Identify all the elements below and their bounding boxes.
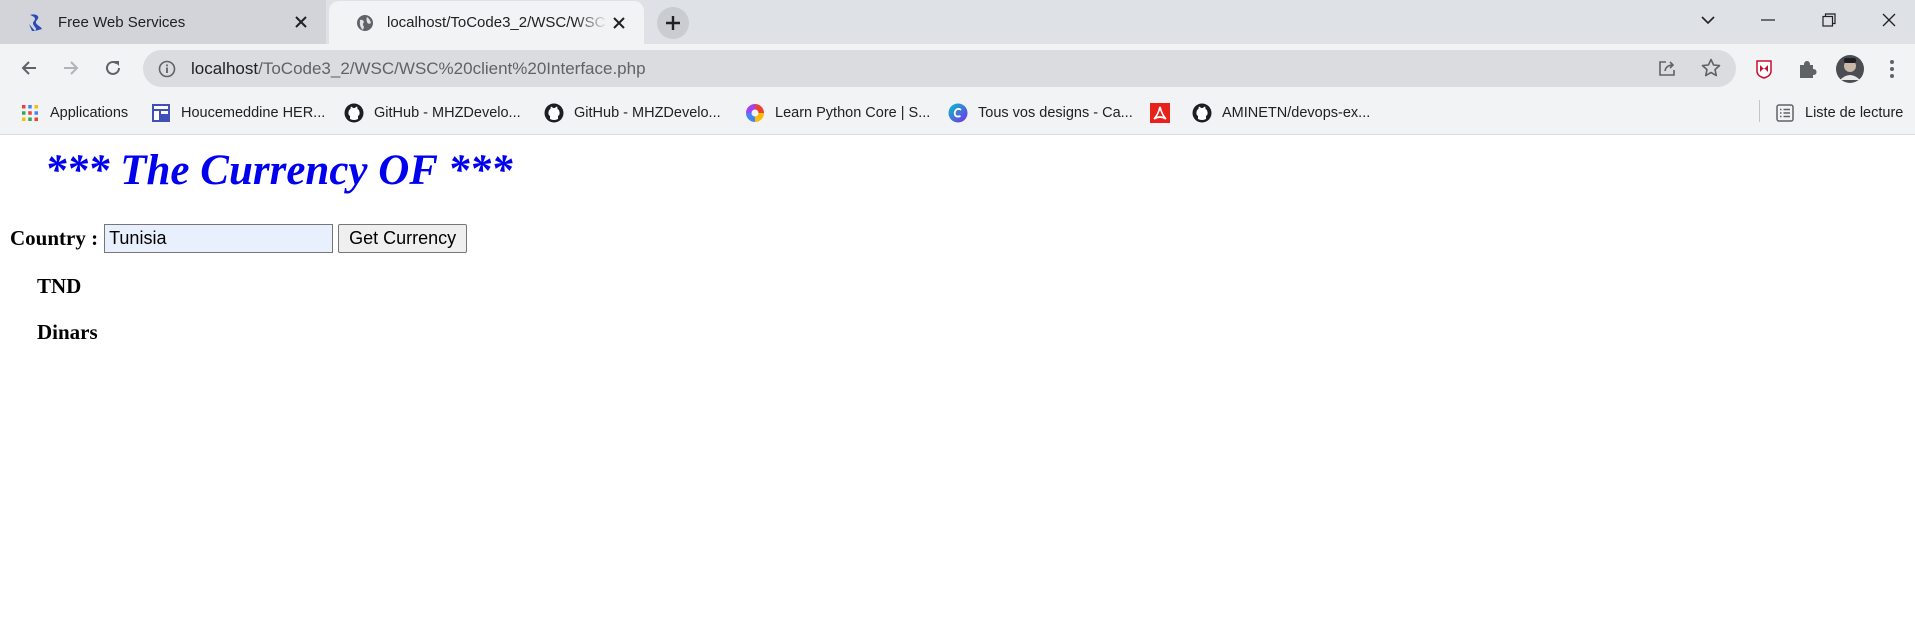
bookmark-canva[interactable]: Tous vos designs - Ca... bbox=[948, 102, 1133, 124]
bookmark-label: Tous vos designs - Ca... bbox=[978, 105, 1133, 121]
bookmark-aminetn-devops[interactable]: AMINETN/devops-ex... bbox=[1192, 102, 1370, 124]
reload-icon bbox=[106, 60, 120, 75]
tab-title: localhost/ToCode3_2/WSC/WSC client Inter… bbox=[387, 14, 608, 31]
bookmark-houcemeddine[interactable]: Houcemeddine HER... bbox=[151, 102, 325, 124]
github-icon bbox=[544, 103, 564, 123]
mcafee-extension-icon[interactable] bbox=[1753, 58, 1775, 80]
bookmark-star-icon[interactable] bbox=[1701, 58, 1721, 78]
bookmark-acrobat[interactable] bbox=[1150, 102, 1170, 124]
bookmarks-bar: Applications Houcemeddine HER... GitHub … bbox=[0, 92, 1915, 135]
service-logo-icon bbox=[26, 12, 46, 32]
bookmark-applications[interactable]: Applications bbox=[20, 102, 128, 124]
close-window-button[interactable] bbox=[1861, 0, 1915, 40]
bookmark-label: Applications bbox=[50, 105, 129, 121]
tab-title: Free Web Services bbox=[58, 13, 186, 31]
country-label: Country : bbox=[10, 226, 99, 250]
tab-search-button[interactable] bbox=[1680, 0, 1736, 40]
share-icon[interactable] bbox=[1658, 58, 1678, 78]
close-icon[interactable] bbox=[608, 12, 630, 34]
page-content: *** The Currency OF *** Country : Get Cu… bbox=[0, 136, 1915, 624]
country-input[interactable] bbox=[104, 224, 334, 253]
extensions-puzzle-icon[interactable] bbox=[1796, 58, 1818, 80]
canva-icon bbox=[948, 103, 968, 123]
page-layout-icon bbox=[151, 103, 171, 123]
github-icon bbox=[1192, 103, 1212, 123]
menu-kebab-icon[interactable] bbox=[1881, 58, 1903, 80]
bookmark-learn-python[interactable]: Learn Python Core | S... bbox=[745, 102, 930, 124]
new-tab-button[interactable] bbox=[657, 7, 689, 39]
currency-code: TND bbox=[37, 274, 82, 298]
get-currency-button[interactable]: Get Currency bbox=[338, 224, 468, 253]
bookmark-label: Learn Python Core | S... bbox=[775, 105, 931, 121]
url-text[interactable]: localhost/ToCode3_2/WSC/WSC%20client%20I… bbox=[191, 59, 646, 79]
close-icon bbox=[1882, 13, 1896, 27]
restore-icon bbox=[1822, 13, 1836, 27]
bookmark-label: AMINETN/devops-ex... bbox=[1222, 105, 1371, 121]
plus-icon bbox=[666, 16, 680, 30]
info-icon[interactable] bbox=[157, 59, 177, 79]
chevron-down-icon bbox=[1701, 16, 1715, 25]
currency-name: Dinars bbox=[37, 320, 98, 344]
tab-free-web-services[interactable]: Free Web Services bbox=[0, 0, 326, 44]
apps-grid-icon bbox=[20, 103, 40, 123]
bookmark-label: GitHub - MHZDevelo... bbox=[574, 105, 721, 121]
close-icon[interactable] bbox=[290, 11, 312, 33]
github-icon bbox=[344, 103, 364, 123]
bookmark-label: GitHub - MHZDevelo... bbox=[374, 105, 521, 121]
currency-form: Country : Get Currency bbox=[10, 224, 468, 253]
reload-button[interactable] bbox=[97, 52, 129, 84]
tab-strip: Free Web Services localhost/ToCode3_2/WS… bbox=[0, 0, 1915, 44]
page-title: *** The Currency OF *** bbox=[45, 147, 513, 194]
tab-localhost-wsc[interactable]: localhost/ToCode3_2/WSC/WSC client Inter… bbox=[329, 1, 644, 44]
back-button[interactable] bbox=[13, 52, 45, 84]
bookmark-label: Houcemeddine HER... bbox=[181, 105, 326, 121]
url-host: localhost bbox=[191, 58, 259, 78]
globe-icon bbox=[355, 13, 375, 33]
minimize-icon bbox=[1761, 19, 1775, 21]
reading-list-button[interactable]: Liste de lecture bbox=[1775, 102, 1903, 124]
minimize-button[interactable] bbox=[1740, 0, 1796, 40]
browser-toolbar: localhost/ToCode3_2/WSC/WSC%20client%20I… bbox=[0, 44, 1915, 92]
bookmarks-divider bbox=[1759, 100, 1760, 122]
bookmark-github-1[interactable]: GitHub - MHZDevelo... bbox=[344, 102, 521, 124]
forward-button[interactable] bbox=[55, 52, 87, 84]
address-bar[interactable]: localhost/ToCode3_2/WSC/WSC%20client%20I… bbox=[143, 50, 1736, 87]
avatar[interactable] bbox=[1835, 54, 1865, 84]
arrow-left-icon bbox=[21, 61, 36, 75]
arrow-right-icon bbox=[64, 61, 79, 75]
url-path: /ToCode3_2/WSC/WSC%20client%20Interface.… bbox=[258, 58, 646, 78]
colorful-swirl-icon bbox=[745, 103, 765, 123]
reading-list-label: Liste de lecture bbox=[1805, 105, 1904, 121]
acrobat-icon bbox=[1150, 103, 1170, 123]
reading-list-icon bbox=[1775, 103, 1795, 123]
restore-button[interactable] bbox=[1801, 0, 1857, 40]
bookmark-github-2[interactable]: GitHub - MHZDevelo... bbox=[544, 102, 721, 124]
